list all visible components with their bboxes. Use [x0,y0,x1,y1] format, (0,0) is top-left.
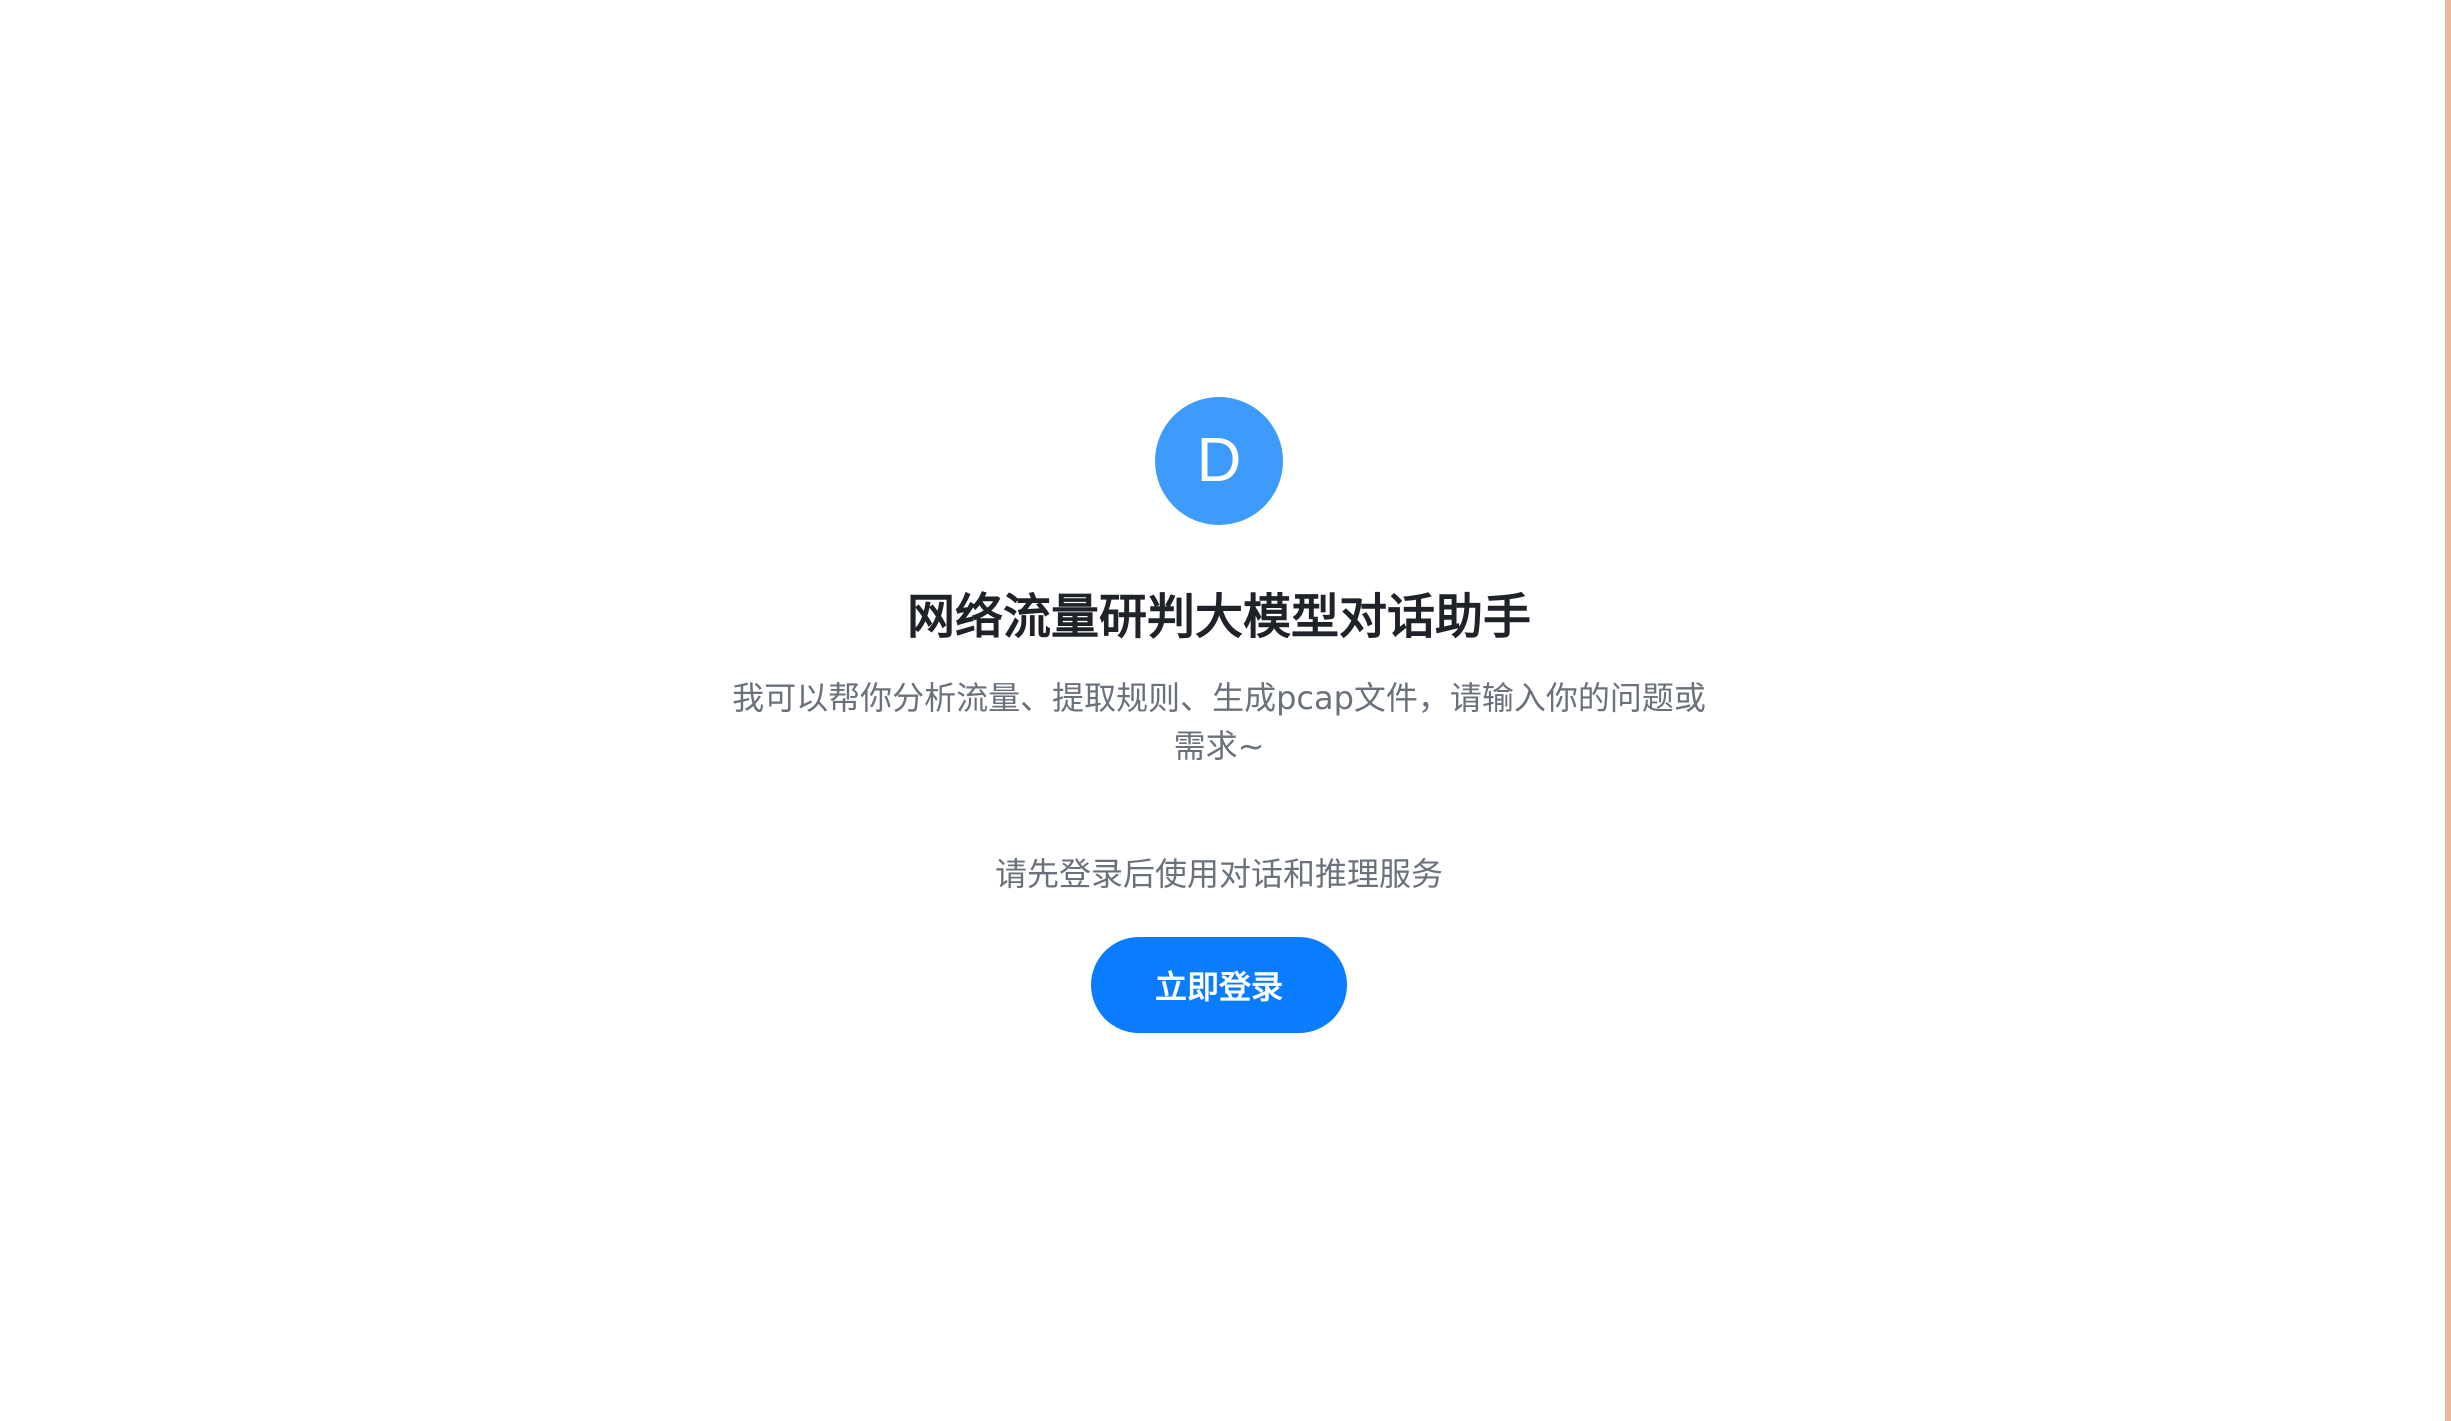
page: D 网络流量研判大模型对话助手 我可以帮你分析流量、提取规则、生成pcap文件，… [0,0,2451,1421]
avatar-letter: D [1196,426,1242,495]
assistant-avatar: D [1155,397,1283,525]
page-title: 网络流量研判大模型对话助手 [906,589,1531,645]
login-button[interactable]: 立即登录 [1091,937,1347,1033]
window-edge-strip [2445,0,2451,1421]
assistant-description: 我可以帮你分析流量、提取规则、生成pcap文件，请输入你的问题或需求~ [732,679,1706,765]
login-hint: 请先登录后使用对话和推理服务 [994,855,1443,893]
welcome-panel: D 网络流量研判大模型对话助手 我可以帮你分析流量、提取规则、生成pcap文件，… [0,0,2438,1421]
